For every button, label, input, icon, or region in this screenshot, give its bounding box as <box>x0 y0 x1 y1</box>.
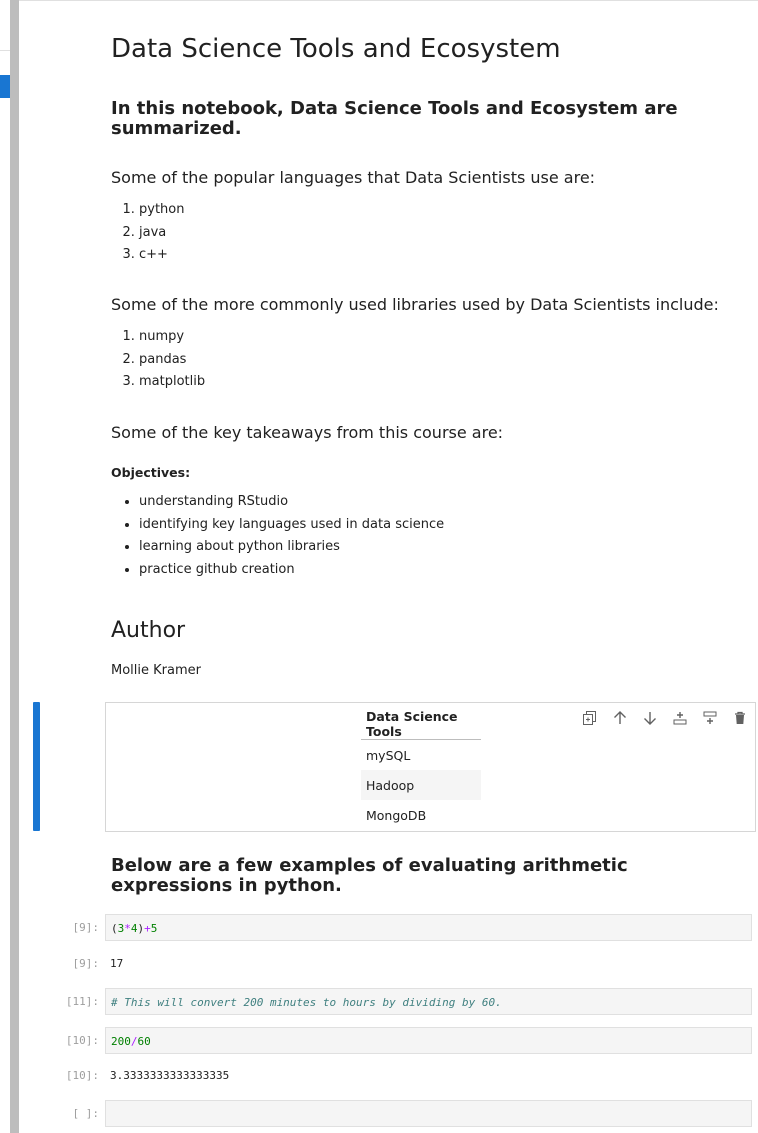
tools-table-cell[interactable]: Data Science Tools mySQL Hadoop MongoDB <box>105 702 756 832</box>
move-up-icon <box>614 711 626 724</box>
list-item: pandas <box>139 349 719 372</box>
move-down-button[interactable] <box>641 709 659 727</box>
insert-below-button[interactable] <box>701 709 719 727</box>
table-row: mySQL <box>366 747 411 763</box>
languages-cell: Some of the popular languages that Data … <box>111 168 595 267</box>
cell-output: 3.3333333333333335 <box>110 1069 230 1082</box>
arith-cell: Below are a few examples of evaluating a… <box>111 856 721 896</box>
notebook-content: Data Science Tools and Ecosystem In this… <box>19 0 758 1133</box>
arith-heading: Below are a few examples of evaluating a… <box>111 855 628 896</box>
code-cell[interactable]: (3*4)+5 <box>105 914 752 941</box>
cell-toolbar <box>581 709 749 727</box>
libraries-cell: Some of the more commonly used libraries… <box>111 295 719 394</box>
languages-list: python java c++ <box>111 199 595 267</box>
insert-below-icon <box>703 711 717 724</box>
insert-above-button[interactable] <box>671 709 689 727</box>
intro-heading: In this notebook, Data Science Tools and… <box>111 98 678 139</box>
table-row: Hadoop <box>361 770 481 800</box>
input-prompt: [10]: <box>65 1034 99 1047</box>
active-cell-indicator[interactable] <box>33 702 40 831</box>
panel-splitter[interactable] <box>10 0 19 1133</box>
list-item: learning about python libraries <box>139 536 503 559</box>
code-comment: # This will convert 200 minutes to hours… <box>111 996 502 1009</box>
list-item: numpy <box>139 326 719 349</box>
list-item: python <box>139 199 595 222</box>
tools-table: Data Science Tools mySQL Hadoop MongoDB <box>361 709 481 830</box>
input-prompt: [ ]: <box>72 1107 100 1120</box>
left-panel-edge <box>0 0 10 1133</box>
cell-output: 17 <box>110 957 124 970</box>
panel-divider <box>0 50 10 51</box>
move-up-button[interactable] <box>611 709 629 727</box>
list-item: matplotlib <box>139 371 719 394</box>
libraries-heading: Some of the more commonly used libraries… <box>111 295 719 314</box>
libraries-list: numpy pandas matplotlib <box>111 326 719 394</box>
code-cell[interactable]: # This will convert 200 minutes to hours… <box>105 988 752 1015</box>
input-prompt: [11]: <box>65 995 99 1008</box>
objectives-label: Objectives: <box>111 465 191 480</box>
output-prompt: [9]: <box>72 957 100 970</box>
list-item: practice github creation <box>139 559 503 582</box>
table-row: MongoDB <box>366 807 427 823</box>
code-cell[interactable]: 200/60 <box>105 1027 752 1054</box>
active-sidebar-tab-indicator[interactable] <box>0 75 10 98</box>
list-item: identifying key languages used in data s… <box>139 514 503 537</box>
delete-icon <box>735 711 745 724</box>
intro-cell: In this notebook, Data Science Tools and… <box>111 99 721 139</box>
author-name: Mollie Kramer <box>111 663 201 678</box>
author-heading: Author <box>111 618 186 643</box>
author-cell: Author Mollie Kramer <box>111 617 201 678</box>
title-cell: Data Science Tools and Ecosystem <box>111 33 561 65</box>
insert-above-icon <box>673 712 687 725</box>
output-prompt: [10]: <box>65 1069 99 1082</box>
delete-cell-button[interactable] <box>731 709 749 727</box>
move-down-icon <box>644 712 656 725</box>
input-prompt: [9]: <box>72 921 100 934</box>
objectives-list: understanding RStudio identifying key la… <box>111 491 503 581</box>
list-item: java <box>139 222 595 245</box>
languages-heading: Some of the popular languages that Data … <box>111 168 596 187</box>
list-item: understanding RStudio <box>139 491 503 514</box>
duplicate-cell-button[interactable] <box>581 709 599 727</box>
takeaways-heading: Some of the key takeaways from this cour… <box>111 423 504 442</box>
notebook-title: Data Science Tools and Ecosystem <box>111 34 561 64</box>
duplicate-icon <box>583 711 596 725</box>
empty-code-cell[interactable] <box>105 1100 752 1127</box>
table-header: Data Science Tools <box>361 709 481 740</box>
takeaways-cell: Some of the key takeaways from this cour… <box>111 423 503 581</box>
list-item: c++ <box>139 244 595 267</box>
